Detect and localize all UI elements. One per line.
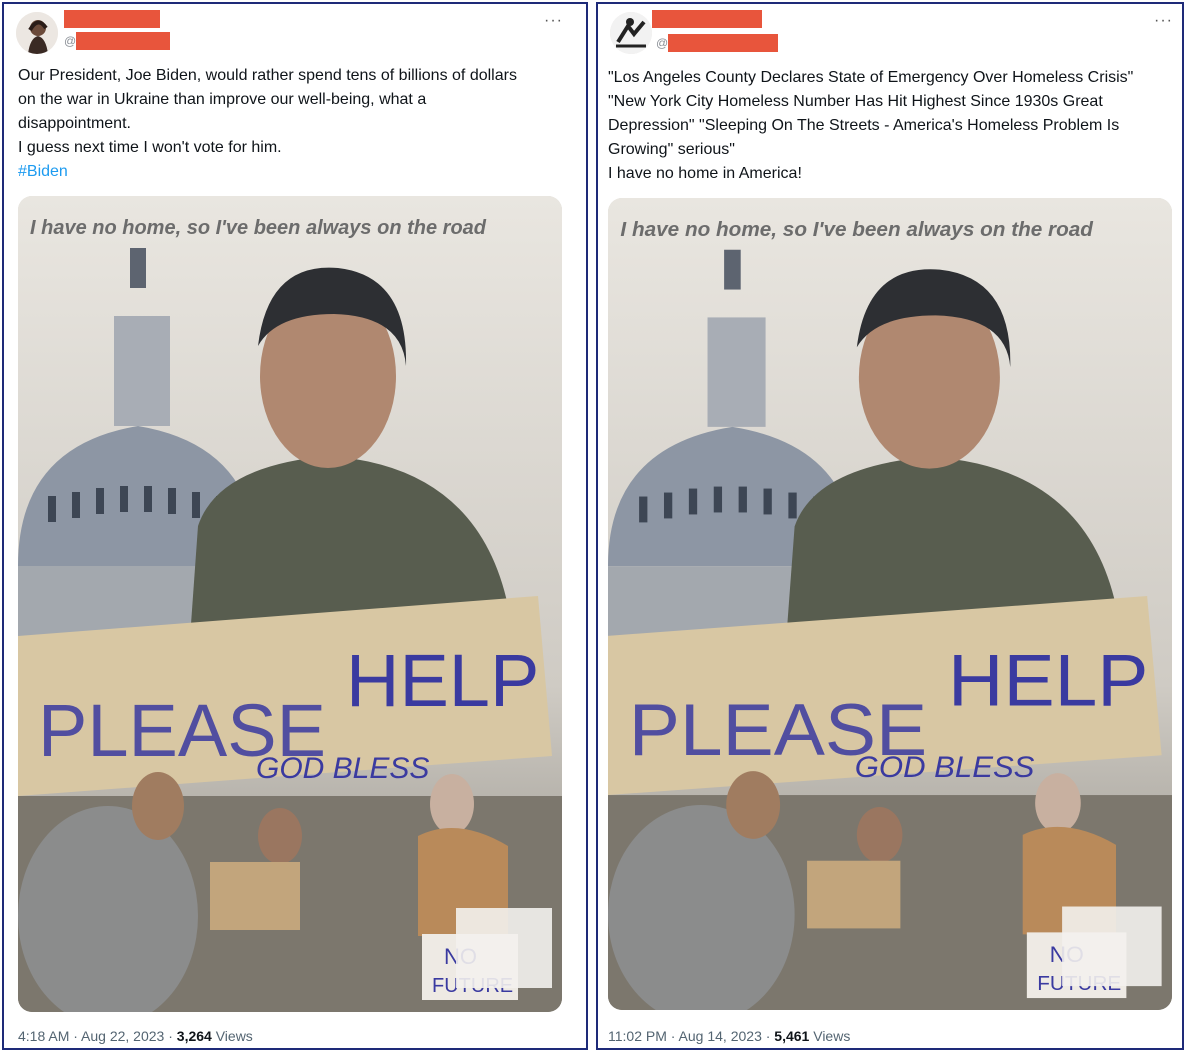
tweet-text-line: disappointment. — [18, 115, 131, 132]
views-count: 5,461 — [774, 1028, 810, 1044]
sign-text-help: HELP — [346, 639, 539, 722]
avatar-icon — [610, 12, 652, 54]
tweet-text-line: Our President, Joe Biden, would rather s… — [18, 67, 517, 84]
timestamp[interactable]: 11:02 PM · Aug 14, 2023 · — [608, 1028, 774, 1044]
avatar[interactable] — [16, 12, 58, 54]
redacted-handle — [668, 34, 778, 52]
tweet-image[interactable]: PLEASE HELP GOD BLESS NO FUTURE I have n… — [608, 198, 1172, 1010]
handle-at-sign: @ — [656, 36, 669, 50]
views-label: Views — [211, 1028, 253, 1044]
redacted-handle — [76, 32, 170, 50]
tweet-text-line: Depression" "Sleeping On The Streets - A… — [608, 117, 1120, 134]
redacted-display-name — [652, 10, 762, 28]
tweet-card-left: @ ··· Our President, Joe Biden, would ra… — [2, 2, 588, 1050]
homeless-poster-image: PLEASE HELP GOD BLESS NO FUTURE I have n… — [18, 196, 562, 1012]
more-options-icon[interactable]: ··· — [1154, 12, 1173, 30]
sign-text-help: HELP — [948, 639, 1148, 721]
tweet-meta: 4:18 AM · Aug 22, 2023 · 3,264 Views — [18, 1028, 253, 1044]
image-caption: I have no home, so I've been always on t… — [30, 217, 487, 239]
sign-text-god-bless: GOD BLESS — [855, 751, 1035, 784]
tweet-text-line: on the war in Ukraine than improve our w… — [18, 91, 427, 108]
tweet-meta: 11:02 PM · Aug 14, 2023 · 5,461 Views — [608, 1028, 850, 1044]
views-label: Views — [809, 1028, 851, 1044]
redacted-display-name — [64, 10, 160, 28]
tweet-card-right: @ ··· "Los Angeles County Declares State… — [596, 2, 1184, 1050]
homeless-poster-image: PLEASE HELP GOD BLESS NO FUTURE I have n… — [608, 198, 1172, 1010]
image-caption: I have no home, so I've been always on t… — [620, 219, 1093, 241]
hashtag-link[interactable]: #Biden — [18, 160, 578, 184]
tweet-text-line: "Los Angeles County Declares State of Em… — [608, 69, 1134, 86]
tweet-text: Our President, Joe Biden, would rather s… — [18, 64, 578, 184]
avatar-icon — [16, 12, 58, 54]
tweet-text-line: "New York City Homeless Number Has Hit H… — [608, 93, 1103, 110]
timestamp[interactable]: 4:18 AM · Aug 22, 2023 · — [18, 1028, 177, 1044]
handle-at-sign: @ — [64, 34, 77, 48]
sign-text-god-bless: GOD BLESS — [256, 752, 429, 785]
views-count: 3,264 — [176, 1028, 212, 1044]
tweet-text-line: Growing" serious" — [608, 141, 735, 158]
people-group-graphic: NO FUTURE — [608, 771, 1172, 1010]
avatar[interactable] — [610, 12, 652, 54]
tweet-text-line: I have no home in America! — [608, 165, 802, 182]
more-options-icon[interactable]: ··· — [544, 12, 563, 30]
tweet-text-line: I guess next time I won't vote for him. — [18, 139, 282, 156]
people-group-graphic: NO FUTURE — [18, 772, 562, 1012]
tweet-image[interactable]: PLEASE HELP GOD BLESS NO FUTURE I have n… — [18, 196, 562, 1012]
tweet-text: "Los Angeles County Declares State of Em… — [608, 66, 1180, 186]
